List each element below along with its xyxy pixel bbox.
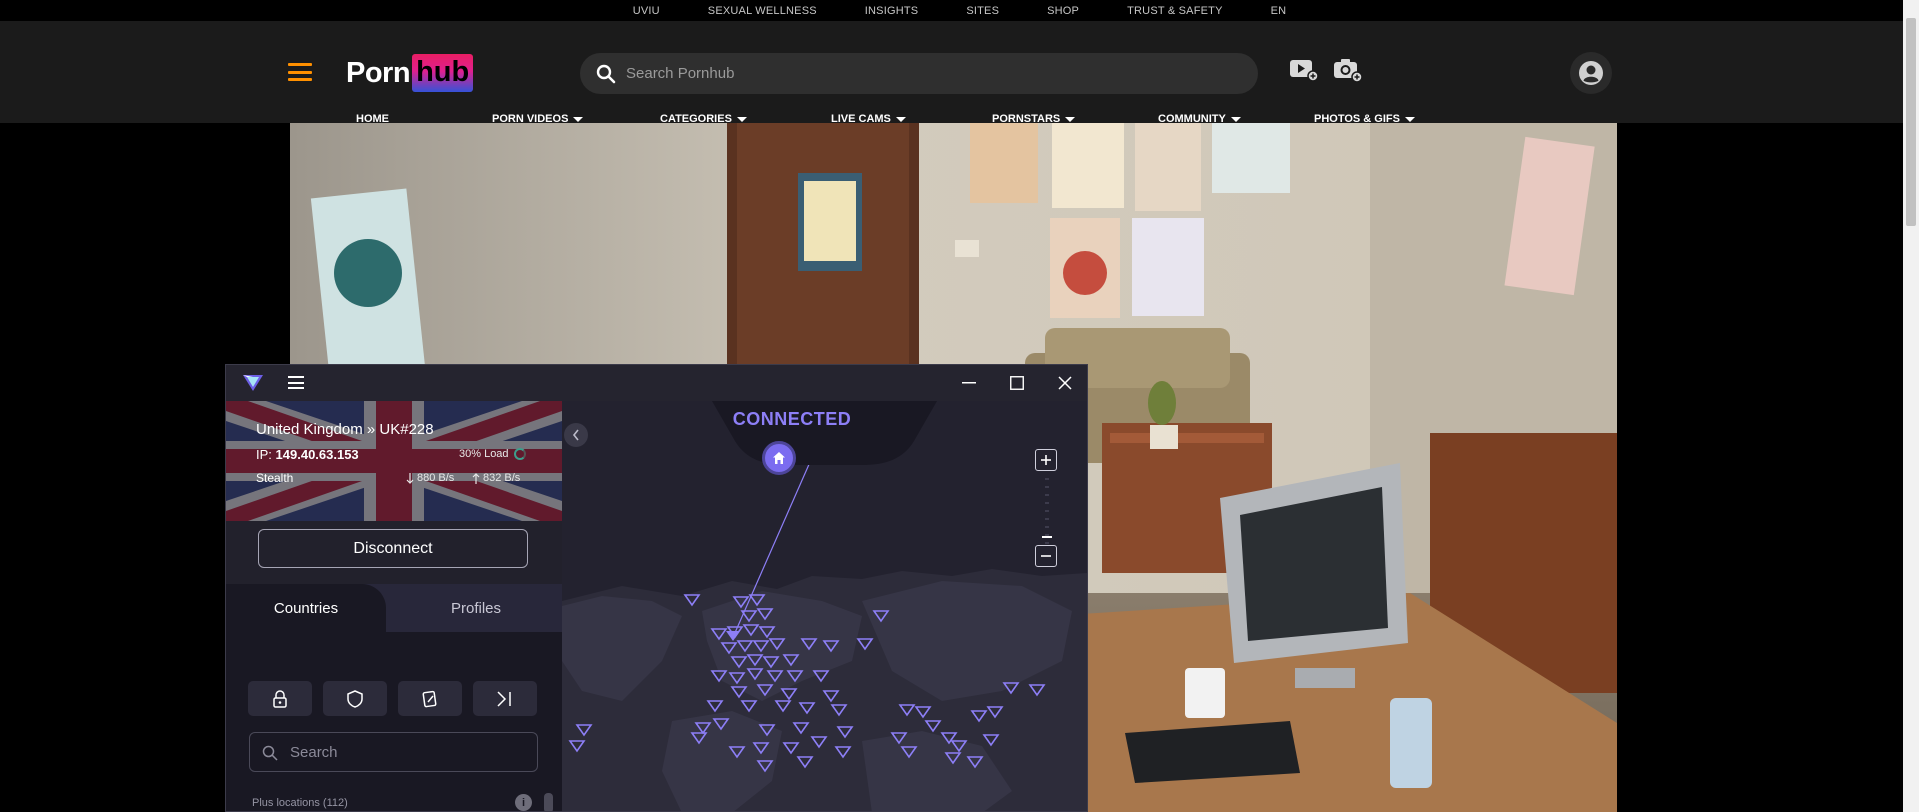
minimize-button[interactable] [959,373,979,393]
site-search-bar[interactable] [580,53,1258,94]
vpn-titlebar[interactable] [226,365,1087,401]
disconnect-button[interactable]: Disconnect [258,529,528,568]
plus-locations-header: Plus locations (112) [252,797,348,809]
upload-video-icon[interactable] [1289,57,1319,83]
ip-address: IP: 149.40.63.153 [256,447,359,462]
plus-icon [1041,455,1051,465]
site-search-input[interactable] [626,53,1226,94]
server-name: United Kingdom » UK#228 [256,421,434,438]
connection-status-banner: CONNECTED [562,401,1087,469]
lock-icon [273,689,287,708]
tab-countries[interactable]: Countries [226,584,386,632]
search-icon [596,64,616,84]
top-link-insights[interactable]: INSIGHTS [865,5,919,17]
top-link-shop[interactable]: SHOP [1047,5,1079,17]
site-header: Pornhub HOME PORN VIDEOS CATEGORIES LIVE… [0,21,1903,125]
logo-text-left: Porn [346,56,411,89]
zoom-out-button[interactable] [1035,545,1057,567]
filter-secure-core-button[interactable] [248,681,312,716]
chevron-down-icon [895,116,906,122]
tab-profiles[interactable]: Profiles [396,584,556,632]
search-icon [262,745,278,761]
protocol-label: Stealth [256,471,294,485]
site-logo[interactable]: Porn hub [346,54,474,92]
sidebar-tabs: Countries Profiles [226,584,562,632]
filter-netshield-button[interactable] [323,681,387,716]
minus-icon [1041,555,1051,557]
vpn-app-window: United Kingdom » UK#228 IP: 149.40.63.15… [225,364,1088,812]
info-icon[interactable]: i [515,794,532,811]
server-load-label: 30% Load [459,448,509,460]
download-speed: 880 B/s [406,472,454,484]
user-avatar-icon [1579,61,1603,85]
logo-text-right: hub [412,54,474,92]
vpn-logo-icon [243,375,263,391]
top-link-sexual-wellness[interactable]: SEXUAL WELLNESS [708,5,817,17]
maximize-button[interactable] [1007,373,1027,393]
vpn-sidebar: United Kingdom » UK#228 IP: 149.40.63.15… [226,401,562,811]
chevron-down-icon [1404,116,1415,122]
arrow-up-icon [472,472,480,484]
ip-value: 149.40.63.153 [275,447,359,462]
collapse-sidebar-button[interactable] [564,423,588,447]
tor-icon [497,690,511,707]
download-speed-value: 880 B/s [417,472,455,484]
zoom-in-button[interactable] [1035,449,1057,471]
arrow-down-icon [406,472,414,484]
sidebar-scrollbar-thumb[interactable] [544,793,553,811]
close-icon [1058,376,1072,390]
maximize-icon [1010,376,1024,390]
connection-card: United Kingdom » UK#228 IP: 149.40.63.15… [226,401,562,584]
hamburger-menu-icon[interactable] [288,63,312,81]
load-indicator-icon [513,448,526,460]
p2p-icon [422,690,437,707]
server-load: 30% Load [459,448,526,460]
vpn-menu-icon[interactable] [288,376,304,389]
server-filters [248,681,537,716]
ip-label: IP: [256,447,272,462]
shield-icon [347,689,363,708]
account-button[interactable] [1570,52,1612,94]
chevron-down-icon [573,116,584,122]
top-link-trust-safety[interactable]: TRUST & SAFETY [1127,5,1223,17]
page-scrollbar[interactable] [1903,0,1919,812]
filter-p2p-button[interactable] [398,681,462,716]
minimize-icon [962,382,976,384]
top-strip: UVIU SEXUAL WELLNESS INSIGHTS SITES SHOP… [0,0,1919,21]
top-link-sites[interactable]: SITES [966,5,999,17]
chevron-down-icon [736,116,747,122]
filter-tor-button[interactable] [473,681,537,716]
upload-photo-icon[interactable] [1333,57,1363,83]
country-search-box[interactable] [249,732,538,772]
upload-speed-value: 832 B/s [483,472,521,484]
language-selector[interactable]: EN [1271,5,1287,17]
close-button[interactable] [1055,373,1075,393]
upload-speed: 832 B/s [472,472,520,484]
home-icon [773,452,785,464]
top-link-uviu[interactable]: UVIU [633,5,660,17]
country-search-input[interactable] [290,733,530,771]
server-map[interactable]: CONNECTED [562,401,1087,811]
page-scrollbar-thumb[interactable] [1906,18,1916,226]
chevron-left-icon [572,429,579,441]
home-location-pin[interactable] [762,441,796,475]
chevron-down-icon [1230,116,1241,122]
connection-status: CONNECTED [732,409,852,429]
chevron-down-icon [1065,116,1076,122]
